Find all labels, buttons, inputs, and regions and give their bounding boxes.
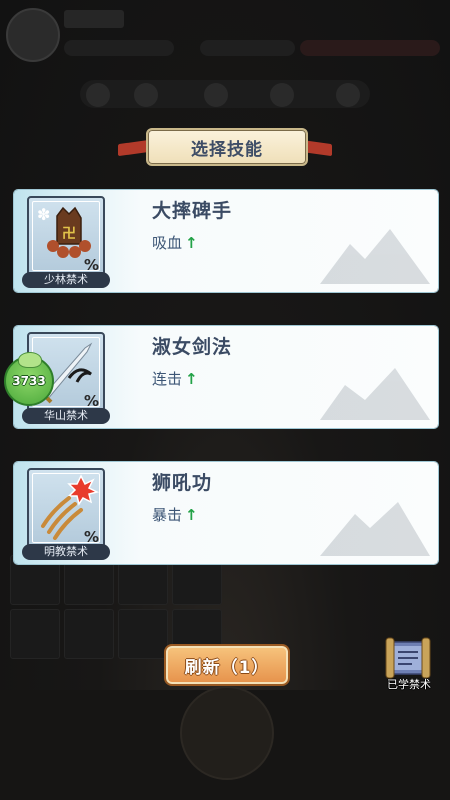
school-label: 明教禁术 <box>22 544 110 560</box>
background-top-bar <box>0 0 450 130</box>
resource-bar <box>200 40 295 56</box>
mountain-decor-icon <box>320 368 430 420</box>
skill-stat: 吸血 ↑ <box>152 232 198 253</box>
school-label: 华山禁术 <box>22 408 110 424</box>
skill-name: 狮吼功 <box>152 472 213 494</box>
floating-event-badge[interactable]: 3733 <box>4 352 54 406</box>
mountain-decor-icon <box>320 229 430 284</box>
resource-bar <box>300 40 440 56</box>
refresh-button[interactable]: 刷新（1） <box>164 644 290 686</box>
skill-name: 大摔碑手 <box>152 200 233 222</box>
coin-icon <box>270 83 294 107</box>
stat-label: 吸血 <box>152 234 183 252</box>
badge-value: 3733 <box>12 374 46 388</box>
mountain-decor-icon <box>320 502 430 556</box>
scroll-icon <box>385 637 431 679</box>
skill-icon-card-3: % <box>27 468 105 548</box>
stat-up-arrow-icon: ↑ <box>185 370 198 388</box>
stat-up-arrow-icon: ↑ <box>185 506 198 524</box>
svg-text:✽: ✽ <box>37 205 50 224</box>
learned-skills-button[interactable]: 已学禁术 <box>372 636 446 692</box>
dialog-title: 选择技能 <box>191 139 263 160</box>
svg-text:卍: 卍 <box>62 226 76 242</box>
stat-label: 连击 <box>152 370 183 388</box>
skill-stat: 暴击 ↑ <box>152 504 198 525</box>
skill-card-2[interactable]: % 华山禁术 淑女剑法 连击 ↑ <box>14 326 438 428</box>
skill-card-1[interactable]: ✽ 卍 % 少林禁术 大摔碑手 吸血 ↑ <box>14 190 438 292</box>
resource-bar <box>64 40 174 56</box>
dialog-title-banner: 选择技能 <box>118 128 332 166</box>
player-name-box <box>64 10 124 28</box>
coin-icon <box>204 83 228 107</box>
stat-label: 暴击 <box>152 506 183 524</box>
avatar <box>6 8 60 62</box>
skill-name: 淑女剑法 <box>152 336 233 358</box>
title-plate: 选择技能 <box>146 128 308 166</box>
skill-icon-card-1: ✽ 卍 % <box>27 196 105 276</box>
stat-up-arrow-icon: ↑ <box>185 234 198 252</box>
frog-face-icon <box>18 352 42 368</box>
school-label: 少林禁术 <box>22 272 110 288</box>
refresh-button-label: 刷新（1） <box>184 657 270 678</box>
skill-stat: 连击 ↑ <box>152 368 198 389</box>
coin-icon <box>134 83 158 107</box>
coin-icon <box>86 83 110 107</box>
learned-skills-label: 已学禁术 <box>387 678 431 691</box>
background-action-circle <box>180 686 274 780</box>
skill-card-3[interactable]: % 明教禁术 狮吼功 暴击 ↑ <box>14 462 438 564</box>
coin-icon <box>336 83 360 107</box>
